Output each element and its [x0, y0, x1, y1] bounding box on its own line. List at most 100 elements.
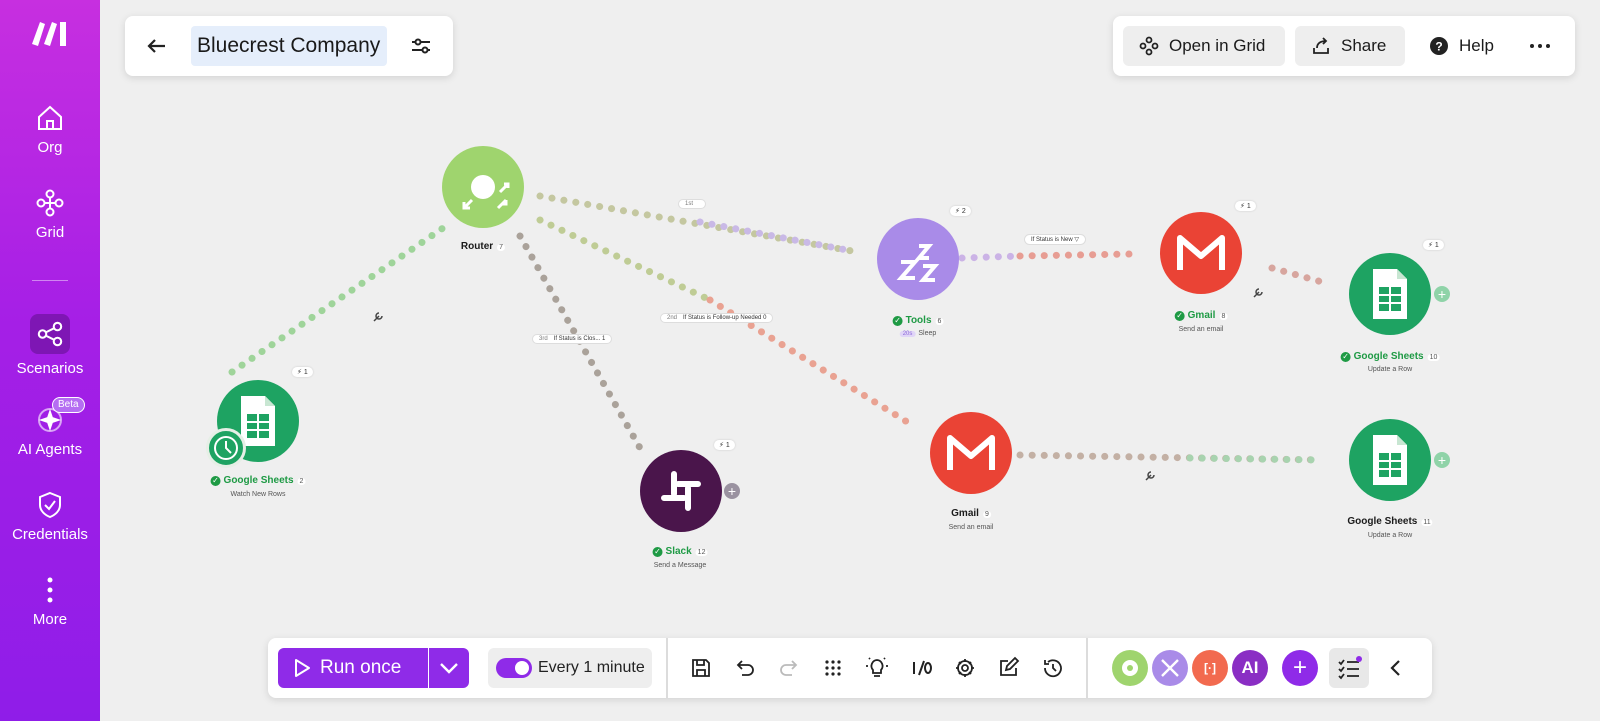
- tools-sleep-module[interactable]: [877, 218, 959, 300]
- module-name-text: Slack: [665, 546, 692, 557]
- history-button[interactable]: [1040, 654, 1066, 682]
- add-module-button[interactable]: +: [1434, 286, 1450, 302]
- back-arrow-icon[interactable]: [143, 32, 171, 60]
- more-horizontal-icon[interactable]: [1525, 34, 1555, 58]
- gmail-icon: [947, 435, 995, 470]
- schedule-clock-icon[interactable]: [206, 428, 246, 468]
- operations-count: 1: [303, 369, 308, 376]
- operations-count: 1: [1434, 242, 1439, 249]
- sidebar-item-ai-agents[interactable]: Beta AI Agents: [0, 397, 100, 458]
- checklist-icon: [1338, 656, 1362, 680]
- sidebar-item-more[interactable]: More: [0, 575, 100, 628]
- success-check-icon: ✓: [892, 316, 903, 326]
- route-filter-text: If Status is Follow-up Needed: [683, 315, 762, 321]
- tools-menu-button[interactable]: [1112, 650, 1148, 686]
- success-check-icon: ✓: [652, 547, 663, 557]
- scenario-title-card: Bluecrest Company: [125, 16, 453, 76]
- module-name: Google Sheets 11: [1347, 516, 1433, 527]
- schedule-label[interactable]: Every 1 minute: [538, 648, 645, 688]
- module-name-text: Tools: [905, 315, 932, 326]
- google-sheets-update-module-2[interactable]: [1349, 419, 1431, 501]
- scenarios-icon: [30, 314, 70, 354]
- route-count: 1: [602, 336, 606, 342]
- undo-button[interactable]: [732, 654, 758, 682]
- scenario-settings-button[interactable]: [952, 654, 978, 682]
- operations-badge: ⚡ 1: [1423, 240, 1444, 250]
- save-button[interactable]: [688, 654, 714, 682]
- scenario-canvas[interactable]: 1st 2nd If Status is Follow-up Needed 0 3…: [100, 0, 1600, 721]
- sidebar-item-label: Org: [37, 139, 63, 156]
- run-once-button[interactable]: Run once: [278, 648, 428, 688]
- google-sheets-icon: [1373, 269, 1407, 319]
- flow-control-button[interactable]: [1152, 650, 1188, 686]
- module-name: ✓ Google Sheets 10: [1340, 351, 1440, 362]
- io-button[interactable]: [908, 654, 934, 682]
- share-icon: [1313, 37, 1329, 54]
- make-logo-icon[interactable]: [30, 18, 70, 48]
- share-button[interactable]: Share: [1295, 26, 1405, 66]
- operations-count: 2: [961, 208, 966, 215]
- sidebar-item-scenarios[interactable]: Scenarios: [0, 314, 100, 377]
- module-name: ✓ Slack 12: [652, 546, 708, 557]
- google-sheets-update-module-1[interactable]: [1349, 253, 1431, 335]
- scenario-name-input[interactable]: Bluecrest Company: [191, 26, 387, 66]
- brackets-icon: [·]: [1204, 661, 1216, 675]
- slack-module[interactable]: [640, 450, 722, 532]
- share-label: Share: [1341, 36, 1387, 55]
- filter-icon: ▽: [1074, 237, 1079, 243]
- checklist-button[interactable]: [1329, 648, 1369, 688]
- module-number: 6: [935, 318, 944, 325]
- add-module-button[interactable]: +: [1434, 452, 1450, 468]
- route-label-1[interactable]: 1st: [678, 199, 707, 209]
- wrench-icon[interactable]: [1144, 470, 1156, 482]
- schedule-toggle[interactable]: [496, 658, 532, 678]
- module-name: Gmail 9: [951, 508, 991, 519]
- route-order: 2nd: [667, 315, 678, 321]
- filter-text: If Status is New: [1031, 237, 1073, 243]
- sidebar: Org Grid Scenarios Beta AI Agents Creden…: [0, 0, 100, 721]
- module-number: 11: [1421, 519, 1433, 526]
- sidebar-item-org[interactable]: Org: [0, 103, 100, 156]
- operations-badge: ⚡ 1: [714, 440, 735, 450]
- gmail-module-2[interactable]: [930, 412, 1012, 494]
- add-module-button[interactable]: +: [1282, 650, 1318, 686]
- lightbulb-icon: [866, 657, 888, 677]
- operations-badge: ⚡ 1: [1235, 201, 1256, 211]
- module-name: ✓ Gmail 8: [1174, 310, 1228, 321]
- gmail-icon: [1177, 235, 1225, 270]
- edit-note-icon: [1000, 656, 1020, 676]
- gear-icon: [1122, 660, 1138, 676]
- home-icon: [38, 105, 62, 130]
- help-button[interactable]: ? Help: [1413, 26, 1503, 66]
- sliders-settings-icon[interactable]: [407, 32, 435, 60]
- shield-check-icon: [39, 491, 61, 519]
- module-action: Watch New Rows: [230, 491, 286, 498]
- filter-label-new[interactable]: If Status is New ▽: [1024, 234, 1086, 245]
- toolbar-divider: [1086, 638, 1088, 698]
- route-order: 1st: [685, 201, 694, 207]
- open-in-grid-button[interactable]: Open in Grid: [1123, 26, 1285, 66]
- gmail-module-1[interactable]: [1160, 212, 1242, 294]
- auto-align-button[interactable]: [820, 654, 846, 682]
- text-parser-button[interactable]: [·]: [1192, 650, 1228, 686]
- module-action: 20s Sleep: [899, 330, 936, 337]
- undo-icon: [736, 660, 754, 676]
- redo-button[interactable]: [776, 654, 802, 682]
- wrench-icon[interactable]: [1252, 287, 1264, 299]
- ai-module-button[interactable]: AI: [1232, 650, 1268, 686]
- router-module[interactable]: [442, 146, 524, 228]
- sidebar-item-credentials[interactable]: Credentials: [0, 490, 100, 543]
- dots-grid-icon: [825, 660, 841, 676]
- chevron-left-icon[interactable]: [1382, 654, 1410, 682]
- route-label-2[interactable]: 2nd If Status is Follow-up Needed 0: [660, 313, 774, 323]
- route-label-3[interactable]: 3rd If Status is Clos... 1: [532, 334, 613, 344]
- run-options-dropdown[interactable]: [429, 648, 469, 688]
- wrench-icon[interactable]: [372, 311, 384, 323]
- grid-icon: [36, 189, 64, 217]
- sidebar-item-label: AI Agents: [17, 441, 83, 458]
- notes-button[interactable]: [996, 654, 1022, 682]
- more-vertical-icon: [47, 577, 53, 603]
- explain-flow-button[interactable]: [864, 654, 890, 682]
- sidebar-item-grid[interactable]: Grid: [0, 188, 100, 241]
- add-module-button[interactable]: +: [724, 483, 740, 499]
